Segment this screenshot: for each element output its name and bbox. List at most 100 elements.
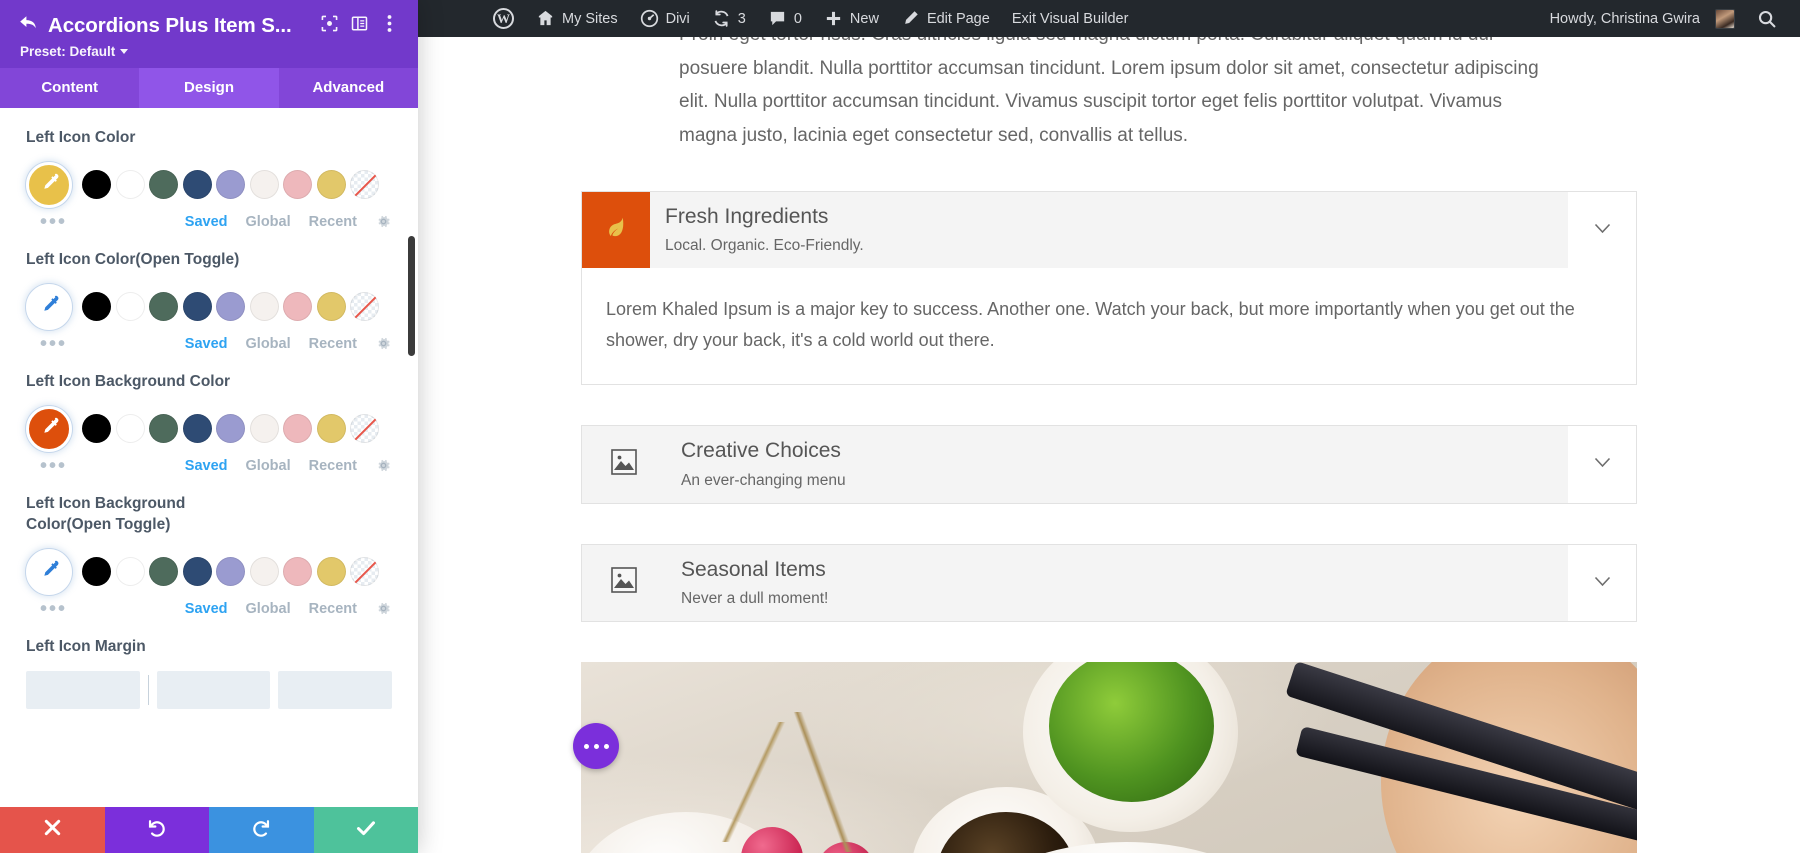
saved-colors-link[interactable]: Saved [185,601,228,617]
palette-swatch-offwhite[interactable] [249,414,279,444]
recent-colors-link[interactable]: Recent [309,214,357,230]
palette-swatch-pink[interactable] [283,414,312,444]
palette-swatch-gold[interactable] [316,170,346,200]
tab-content[interactable]: Content [0,68,140,108]
global-colors-link[interactable]: Global [246,601,291,617]
redo-button[interactable] [209,807,314,853]
tab-design[interactable]: Design [139,68,279,108]
selected-color-swatch[interactable] [26,161,72,208]
palette-swatch-offwhite[interactable] [249,292,279,322]
palette-swatch-periwinkle[interactable] [216,292,245,322]
palette-swatch-white[interactable] [115,414,145,444]
palette-swatch-white[interactable] [115,292,145,322]
palette-swatch-navy[interactable] [182,170,212,200]
palette-swatch-pink[interactable] [283,292,312,322]
accordion-titles: Fresh Ingredients Local. Organic. Eco-Fr… [650,192,1568,268]
divi-menu[interactable]: Divi [629,0,701,37]
palette-swatch-pink[interactable] [283,170,312,200]
palette-swatch-white[interactable] [115,170,145,200]
accordion-header[interactable]: Seasonal Items Never a dull moment! [582,544,1636,621]
palette-swatch-navy[interactable] [182,557,212,587]
account-menu[interactable]: Howdy, Christina Gwira [1539,0,1746,37]
palette-swatch-green[interactable] [149,170,178,200]
more-options-button[interactable] [374,12,404,40]
palette-swatch-white[interactable] [115,557,145,587]
my-sites-menu[interactable]: My Sites [525,0,629,37]
wp-logo-menu[interactable]: W [482,0,525,37]
tab-advanced[interactable]: Advanced [278,68,418,108]
palette-swatch-offwhite[interactable] [249,170,279,200]
accordion-item-seasonal-items[interactable]: Seasonal Items Never a dull moment! [581,543,1637,622]
gear-icon[interactable] [375,600,392,617]
margin-top-input[interactable] [26,670,140,709]
color-more-options-button[interactable]: ••• [40,334,67,354]
recent-colors-link[interactable]: Recent [309,458,357,474]
palette-swatch-black[interactable] [82,170,111,200]
palette-swatch-periwinkle[interactable] [216,557,245,587]
color-more-options-button[interactable]: ••• [40,212,67,232]
palette-swatch-navy[interactable] [182,414,212,444]
saved-colors-link[interactable]: Saved [185,458,228,474]
gear-icon[interactable] [375,213,392,230]
saved-colors-link[interactable]: Saved [185,214,228,230]
palette-swatch-black[interactable] [82,292,111,322]
search-icon [1757,9,1777,29]
accordion-header[interactable]: Creative Choices An ever-changing menu [582,426,1636,503]
palette-swatch-navy[interactable] [182,292,212,322]
edit-page-menu[interactable]: Edit Page [890,0,1001,37]
palette-swatch-none[interactable] [350,170,379,200]
selected-color-swatch[interactable] [26,405,72,452]
new-content-menu[interactable]: New [813,0,890,37]
panel-scrollbar[interactable] [408,236,415,356]
accordion-toggle-button[interactable] [1568,192,1636,269]
margin-bottom-input[interactable] [278,670,393,709]
accordion-header[interactable]: Fresh Ingredients Local. Organic. Eco-Fr… [582,192,1636,269]
exit-visual-builder-menu[interactable]: Exit Visual Builder [1001,0,1140,37]
recent-colors-link[interactable]: Recent [309,601,357,617]
accordion-toggle-button[interactable] [1568,544,1636,621]
palette-swatch-gold[interactable] [316,414,346,444]
updates-menu[interactable]: 3 [701,0,757,37]
palette-swatch-none[interactable] [350,557,379,587]
comments-icon [768,9,787,28]
global-colors-link[interactable]: Global [246,336,291,352]
selected-color-swatch[interactable] [26,283,72,330]
gear-icon[interactable] [375,335,392,352]
search-button[interactable] [1746,0,1788,37]
palette-swatch-offwhite[interactable] [249,557,279,587]
palette-swatch-black[interactable] [82,557,111,587]
palette-swatch-black[interactable] [82,414,111,444]
focus-target-button[interactable] [314,12,344,40]
undo-button[interactable] [104,807,209,853]
global-colors-link[interactable]: Global [246,458,291,474]
global-colors-link[interactable]: Global [246,214,291,230]
accordion-icon-box [582,545,666,621]
palette-swatch-gold[interactable] [316,292,346,322]
save-button[interactable] [313,807,418,853]
panel-layout-button[interactable] [344,12,374,40]
palette-swatch-green[interactable] [149,292,178,322]
palette-swatch-green[interactable] [149,414,178,444]
accordion-toggle-button[interactable] [1568,426,1636,503]
comments-menu[interactable]: 0 [757,0,813,37]
palette-swatch-none[interactable] [350,292,379,322]
color-more-options-button[interactable]: ••• [40,599,67,619]
accordion-item-creative-choices[interactable]: Creative Choices An ever-changing menu [581,425,1637,504]
palette-swatch-none[interactable] [350,414,379,444]
palette-swatch-green[interactable] [149,557,178,587]
recent-colors-link[interactable]: Recent [309,336,357,352]
saved-colors-link[interactable]: Saved [185,336,228,352]
palette-swatch-gold[interactable] [316,557,346,587]
module-options-fab[interactable] [573,723,619,769]
palette-swatch-periwinkle[interactable] [216,170,245,200]
preset-selector[interactable]: Preset: Default [14,44,404,59]
cancel-button[interactable] [0,807,105,853]
margin-right-input[interactable] [156,670,271,709]
selected-color-swatch[interactable] [26,548,72,595]
back-button[interactable] [14,13,44,39]
gear-icon[interactable] [375,457,392,474]
accordion-item-fresh-ingredients[interactable]: Fresh Ingredients Local. Organic. Eco-Fr… [581,191,1637,386]
color-more-options-button[interactable]: ••• [40,456,67,476]
palette-swatch-periwinkle[interactable] [216,414,245,444]
palette-swatch-pink[interactable] [283,557,312,587]
